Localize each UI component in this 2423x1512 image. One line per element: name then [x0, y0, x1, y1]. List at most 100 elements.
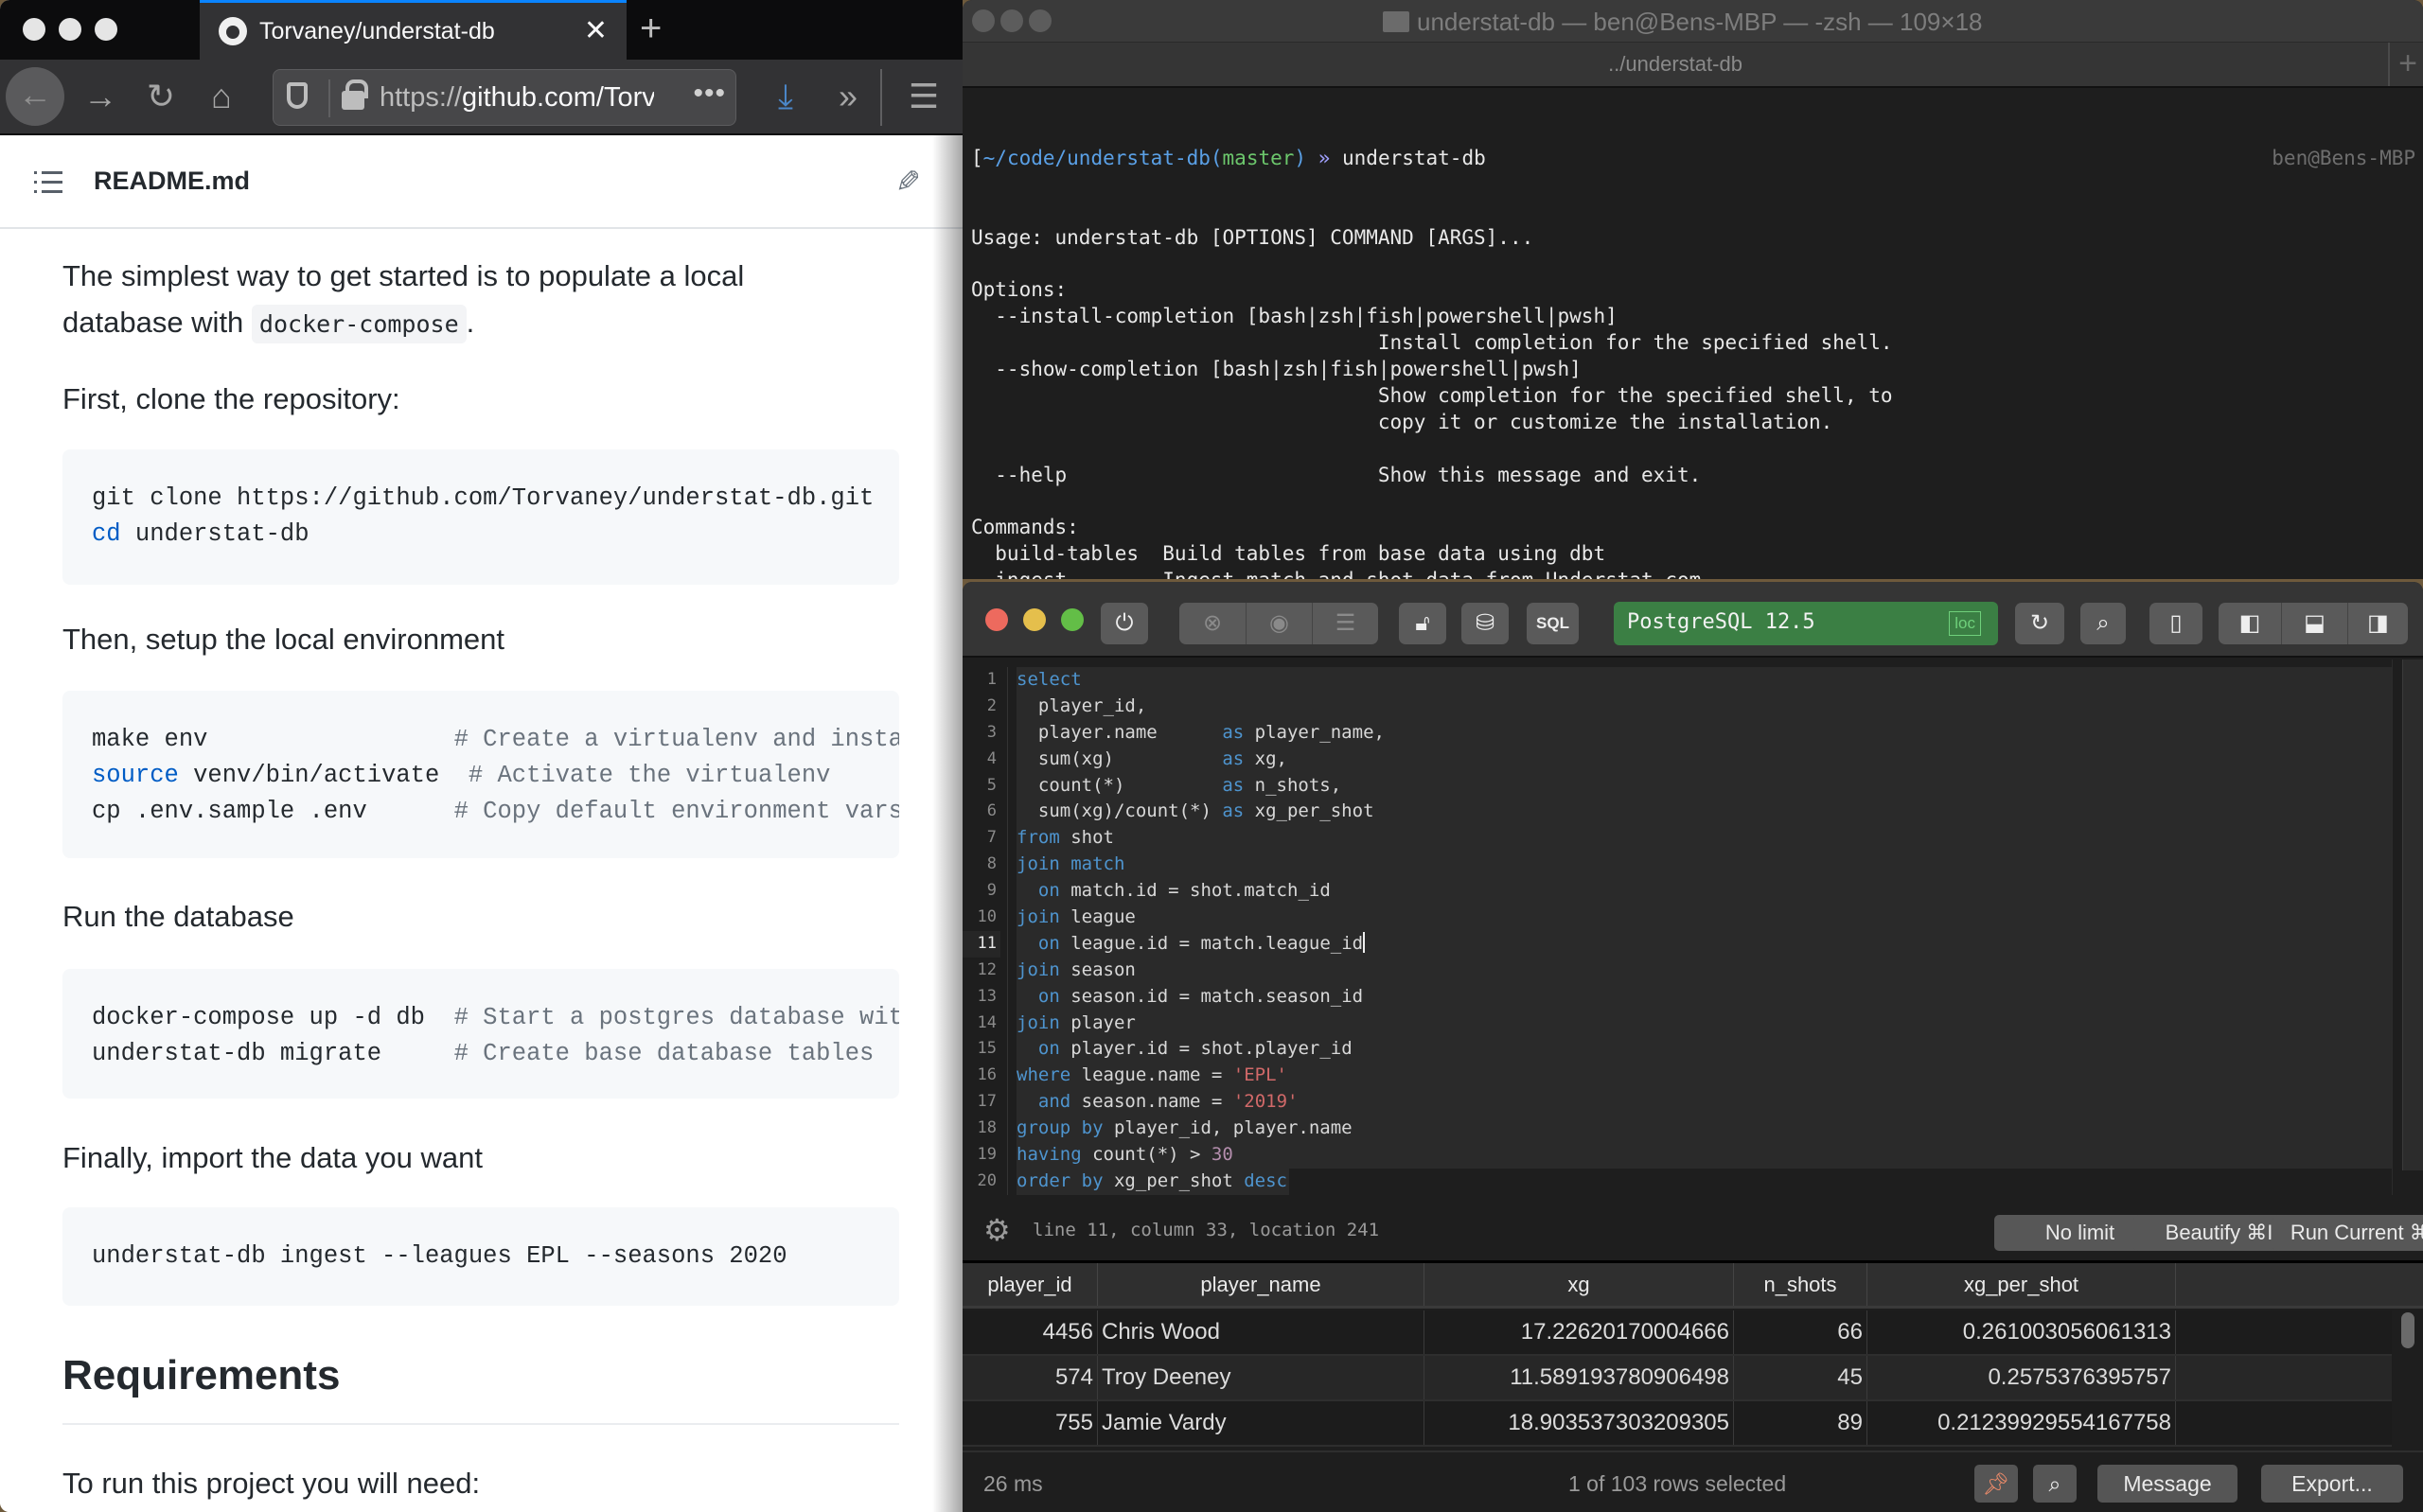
cell-player-id[interactable]: 4456 — [963, 1310, 1098, 1354]
home-button[interactable]: ⌂ — [193, 69, 250, 126]
sql-line[interactable]: and season.name = '2019' — [1017, 1089, 2392, 1116]
sql-line[interactable]: group by player_id, player.name — [1017, 1116, 2392, 1143]
url-bar[interactable]: https://github.com/Torva ••• — [273, 69, 736, 126]
sql-line[interactable]: on league.id = match.league_id — [1017, 930, 2392, 958]
tp-zoom-button[interactable] — [1061, 608, 1084, 631]
sql-line[interactable]: player_id, — [1017, 693, 2392, 720]
forward-button[interactable]: → — [72, 69, 129, 126]
hamburger-menu-button[interactable]: ☰ — [895, 69, 952, 126]
cell-xg[interactable]: 17.22620170004666 — [1424, 1310, 1734, 1354]
cell-xg-per-shot[interactable]: 0.261003056061313 — [1867, 1310, 2176, 1354]
cell-n-shots[interactable]: 45 — [1734, 1356, 1867, 1399]
browser-tab-active[interactable]: Torvaney/understat-db ✕ — [200, 0, 627, 60]
sql-editor[interactable]: 1 2 3 4 5 6 7 8 9 10 11 12 13 14 15 16 17 18 19 20 select p… — [963, 659, 2392, 1197]
search-button[interactable]: ⌕ — [2080, 603, 2126, 644]
sql-line[interactable]: sum(xg)/count(*) as xg_per_shot — [1017, 799, 2392, 826]
sql-line[interactable]: select — [1017, 667, 2392, 694]
pin-results-button[interactable]: 📌︎ — [1974, 1465, 2018, 1503]
column-header-xg-per-shot[interactable]: xg_per_shot — [1867, 1263, 2176, 1306]
run-current-button[interactable]: Run Current ⌘↵ — [2273, 1215, 2423, 1251]
table-of-contents-icon[interactable] — [34, 171, 62, 194]
terminal-close-button[interactable] — [972, 9, 995, 32]
sql-line[interactable]: player.name as player_name, — [1017, 719, 2392, 747]
sql-line[interactable]: sum(xg) as xg, — [1017, 746, 2392, 773]
cell-n-shots[interactable]: 89 — [1734, 1401, 1867, 1445]
cell-player-name[interactable]: Troy Deeney — [1098, 1356, 1424, 1399]
gear-icon[interactable]: ⚙ — [983, 1212, 1011, 1248]
sql-line[interactable]: where league.name = 'EPL' — [1017, 1063, 2392, 1090]
new-tab-button[interactable]: + — [640, 8, 662, 50]
sql-code[interactable]: select player_id, player.name as player_… — [1017, 667, 2392, 1195]
code-block-env: make env # Create a virtualenv and insta… — [62, 691, 899, 858]
sql-line[interactable]: join player — [1017, 1010, 2392, 1037]
window-zoom-button[interactable] — [95, 18, 117, 41]
results-grid[interactable]: player_id player_name xg n_shots xg_per_shot… — [963, 1263, 2423, 1450]
window-close-button[interactable] — [23, 18, 45, 41]
sql-editor-button[interactable]: SQL — [1527, 603, 1579, 644]
cell-xg-per-shot[interactable]: 0.2575376395757 — [1867, 1356, 2176, 1399]
table-row[interactable]: 755 Jamie Vardy 18.903537303209305 89 0.2123… — [963, 1401, 2392, 1447]
terminal-zoom-button[interactable] — [1029, 9, 1052, 32]
export-button[interactable]: Export... — [2261, 1465, 2403, 1503]
tracking-protection-icon[interactable] — [287, 82, 308, 109]
filter-results-button[interactable]: ⌕ — [2033, 1465, 2077, 1503]
edit-pencil-icon[interactable]: ✎ — [895, 164, 921, 200]
sql-line[interactable]: join league — [1017, 905, 2392, 931]
commit-changes-button[interactable]: ☰ — [1312, 603, 1378, 644]
message-button[interactable]: Message — [2097, 1465, 2237, 1503]
toggle-bottom-panel-button[interactable]: ⬓ — [2281, 603, 2347, 644]
toggle-right-panel-button[interactable]: ◨ — [2347, 603, 2408, 644]
terminal-minimize-button[interactable] — [1000, 9, 1023, 32]
tp-minimize-button[interactable] — [1023, 608, 1046, 631]
columns-button[interactable]: ▯ — [2149, 603, 2202, 644]
lock-icon[interactable] — [342, 79, 368, 110]
download-icon[interactable]: ⤓ — [757, 69, 814, 126]
sql-line[interactable]: from shot — [1017, 825, 2392, 853]
results-scroll-thumb[interactable] — [2401, 1312, 2414, 1348]
sql-line[interactable]: join season — [1017, 957, 2392, 984]
safe-mode-lock-button[interactable]: 🔓︎ — [1399, 603, 1446, 644]
reload-button[interactable]: ↻ — [133, 69, 189, 126]
connection-plug-button[interactable]: ⏻ — [1101, 603, 1148, 644]
toolbar-overflow-button[interactable]: » — [820, 69, 876, 126]
editor-scroll-thumb[interactable] — [2402, 659, 2423, 1170]
terminal-tab[interactable]: ../understat-db — [963, 43, 2390, 86]
terminal-new-tab-button[interactable]: + — [2398, 43, 2417, 84]
sql-line[interactable]: count(*) as n_shots, — [1017, 772, 2392, 800]
cell-n-shots[interactable]: 66 — [1734, 1310, 1867, 1354]
cell-xg[interactable]: 18.903537303209305 — [1424, 1401, 1734, 1445]
cell-player-id[interactable]: 574 — [963, 1356, 1098, 1399]
sql-line[interactable]: on season.id = match.season_id — [1017, 983, 2392, 1011]
column-header-player-id[interactable]: player_id — [963, 1263, 1098, 1306]
discard-changes-button[interactable]: ⊗ — [1179, 603, 1246, 644]
column-header-xg[interactable]: xg — [1424, 1263, 1734, 1306]
preview-changes-button[interactable]: ◉ — [1246, 603, 1312, 644]
sql-line[interactable]: on player.id = shot.player_id — [1017, 1036, 2392, 1064]
window-minimize-button[interactable] — [59, 18, 81, 41]
cell-player-id[interactable]: 755 — [963, 1401, 1098, 1445]
cell-xg-per-shot[interactable]: 0.21239929554167758 — [1867, 1401, 2176, 1445]
table-row[interactable]: 574 Troy Deeney 11.589193780906498 45 0.2575… — [963, 1356, 2392, 1401]
terminal-output[interactable]: [~/code/understat-db(master) » understat… — [971, 93, 2419, 579]
page-actions-button[interactable]: ••• — [693, 78, 726, 110]
editor-scrollbar[interactable] — [2392, 659, 2423, 1208]
connection-status[interactable]: PostgreSQL 12.5 loc — [1614, 602, 1998, 645]
database-button[interactable]: ⛁ — [1461, 603, 1509, 644]
back-button[interactable]: ← — [6, 67, 64, 126]
run-split-button[interactable]: Run Current ⌘↵ ∨ — [2273, 1215, 2423, 1251]
table-row[interactable]: 4456 Chris Wood 17.22620170004666 66 0.26100… — [963, 1310, 2392, 1356]
sql-line[interactable]: order by xg_per_shot desc — [1017, 1168, 1289, 1195]
cell-player-name[interactable]: Chris Wood — [1098, 1310, 1424, 1354]
cell-xg[interactable]: 11.589193780906498 — [1424, 1356, 1734, 1399]
column-header-n-shots[interactable]: n_shots — [1734, 1263, 1867, 1306]
sql-line[interactable]: having count(*) > 30 — [1017, 1142, 2392, 1169]
refresh-button[interactable]: ↻ — [2015, 603, 2064, 644]
sql-line[interactable]: on match.id = shot.match_id — [1017, 878, 2392, 905]
cell-player-name[interactable]: Jamie Vardy — [1098, 1401, 1424, 1445]
close-tab-icon[interactable]: ✕ — [584, 14, 608, 47]
tp-close-button[interactable] — [985, 608, 1008, 631]
column-header-player-name[interactable]: player_name — [1098, 1263, 1424, 1306]
url-text[interactable]: https://github.com/Torva — [380, 82, 654, 114]
toggle-left-panel-button[interactable]: ◧ — [2219, 603, 2281, 644]
sql-line[interactable]: join match — [1017, 852, 2392, 879]
